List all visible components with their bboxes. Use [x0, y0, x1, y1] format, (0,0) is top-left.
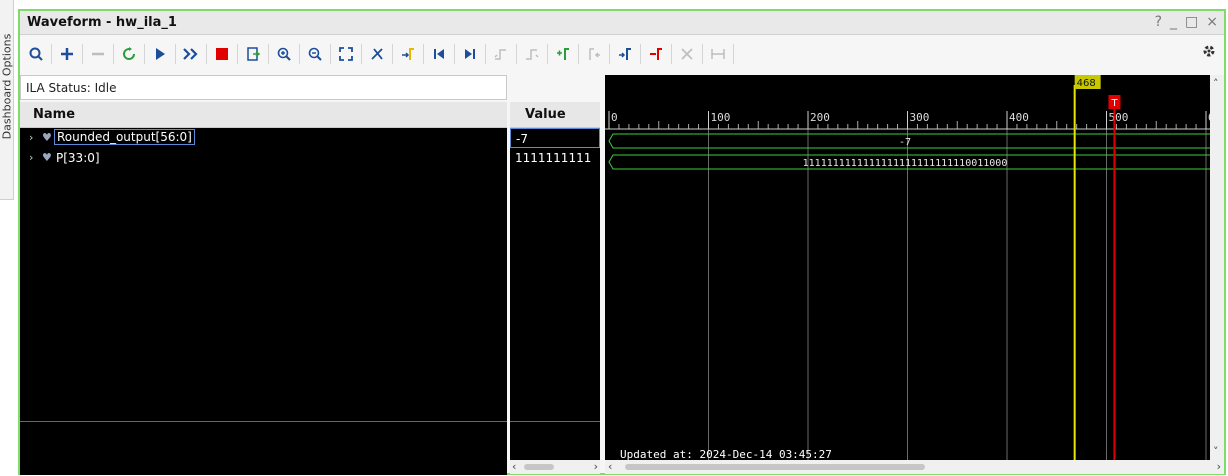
- title-bar: Waveform - hw_ila_1 ? _ □ ×: [20, 11, 1224, 35]
- help-button[interactable]: ?: [1155, 14, 1162, 30]
- toolbar-separator: [299, 44, 300, 64]
- toolbar-separator: [702, 44, 703, 64]
- scroll-up-icon[interactable]: ˄: [1213, 77, 1219, 90]
- tick-label: 300: [910, 111, 930, 124]
- cut-icon[interactable]: [365, 42, 389, 66]
- bus-icon: ♥: [42, 131, 52, 144]
- add-icon[interactable]: [55, 42, 79, 66]
- prev-marker-icon[interactable]: [582, 42, 606, 66]
- bus-icon: ♥: [42, 151, 52, 164]
- scroll-thumb[interactable]: [625, 464, 925, 470]
- panel-divider: [20, 421, 507, 422]
- chevron-right-icon[interactable]: ›: [29, 131, 33, 144]
- toolbar-separator: [268, 44, 269, 64]
- next-marker-icon[interactable]: [613, 42, 637, 66]
- close-button[interactable]: ×: [1206, 14, 1218, 30]
- scroll-left-icon[interactable]: ‹: [608, 460, 612, 473]
- scroll-thumb[interactable]: [524, 464, 554, 470]
- toolbar-separator: [609, 44, 610, 64]
- signal-value[interactable]: 1111111111: [510, 148, 600, 168]
- toolbar-separator: [423, 44, 424, 64]
- toolbar-separator: [392, 44, 393, 64]
- red-trigger-label: T: [1110, 98, 1118, 109]
- name-column-header[interactable]: Name: [20, 102, 507, 128]
- zoom-fit-icon[interactable]: [334, 42, 358, 66]
- toolbar-separator: [578, 44, 579, 64]
- toolbar-separator: [113, 44, 114, 64]
- toolbar-separator: [361, 44, 362, 64]
- toolbar-separator: [671, 44, 672, 64]
- signal-name-panel: Name › ♥ Rounded_output[56:0] › ♥ P[33:0…: [20, 102, 507, 475]
- toolbar-separator: [516, 44, 517, 64]
- export-icon[interactable]: [241, 42, 265, 66]
- search-icon[interactable]: [24, 42, 48, 66]
- run-icon[interactable]: [148, 42, 172, 66]
- waveform-toolbar: [20, 36, 1224, 72]
- waveform-horizontal-scrollbar[interactable]: ‹ ›: [605, 460, 1224, 474]
- signal-value[interactable]: -7: [510, 128, 600, 148]
- waveform-panel[interactable]: 01002003004005006-7111111111111111111111…: [605, 75, 1210, 460]
- signal-row-p[interactable]: › ♥ P[33:0]: [20, 148, 507, 168]
- add-cursor-icon[interactable]: [551, 42, 575, 66]
- window-controls: ? _ □ ×: [1155, 14, 1218, 30]
- toolbar-separator: [547, 44, 548, 64]
- tick-label: 500: [1109, 111, 1129, 124]
- chevron-right-icon[interactable]: ›: [29, 151, 33, 164]
- go-start-icon[interactable]: [427, 42, 451, 66]
- remove-icon[interactable]: [86, 42, 110, 66]
- waveform-canvas[interactable]: 01002003004005006-7111111111111111111111…: [605, 75, 1210, 460]
- stop-icon[interactable]: [210, 42, 234, 66]
- toolbar-separator: [82, 44, 83, 64]
- dashboard-options-tab[interactable]: Dashboard Options: [0, 0, 14, 200]
- toolbar-separator: [733, 44, 734, 64]
- toolbar-separator: [640, 44, 641, 64]
- signal-row-rounded-output[interactable]: › ♥ Rounded_output[56:0]: [20, 128, 507, 148]
- waveform-vertical-scrollbar[interactable]: ˄ ˅: [1210, 75, 1224, 460]
- toolbar-separator: [330, 44, 331, 64]
- scroll-left-icon[interactable]: ‹: [512, 460, 516, 473]
- toolbar-separator: [237, 44, 238, 64]
- window-title: Waveform - hw_ila_1: [27, 15, 177, 30]
- signal-value-panel: Value -7 1111111111: [510, 102, 600, 460]
- zoom-out-icon[interactable]: [303, 42, 327, 66]
- run-fast-icon[interactable]: [179, 42, 203, 66]
- delete-marker-icon[interactable]: [675, 42, 699, 66]
- tick-label: 100: [711, 111, 731, 124]
- updated-timestamp: Updated at: 2024-Dec-14 03:45:27: [620, 448, 832, 461]
- dashboard-options-label: Dashboard Options: [0, 33, 14, 140]
- scroll-down-icon[interactable]: ˅: [1213, 445, 1219, 458]
- value-column-header[interactable]: Value: [510, 102, 600, 128]
- yellow-cursor-label: 468: [1077, 78, 1096, 89]
- swap-icon[interactable]: [644, 42, 668, 66]
- signal-name: P[33:0]: [56, 151, 100, 165]
- minimize-button[interactable]: _: [1170, 14, 1177, 30]
- bus-value-label: -7: [899, 137, 911, 148]
- signal-name: Rounded_output[56:0]: [54, 129, 195, 145]
- next-edge-icon[interactable]: [520, 42, 544, 66]
- refresh-icon[interactable]: [117, 42, 141, 66]
- waveform-window: Waveform - hw_ila_1 ? _ □ × ILA Status: …: [18, 9, 1226, 475]
- toolbar-separator: [454, 44, 455, 64]
- go-end-icon[interactable]: [458, 42, 482, 66]
- bus-value-label: 1111111111111111111111111110011000: [803, 158, 1008, 169]
- toolbar-separator: [485, 44, 486, 64]
- prev-edge-icon[interactable]: [489, 42, 513, 66]
- toolbar-separator: [175, 44, 176, 64]
- tick-label: 0: [611, 111, 618, 124]
- scroll-right-icon[interactable]: ›: [1217, 460, 1221, 473]
- ila-status: ILA Status: Idle: [20, 75, 507, 100]
- panel-divider: [510, 421, 600, 422]
- tick-label: 200: [810, 111, 830, 124]
- add-marker-icon[interactable]: [396, 42, 420, 66]
- scroll-right-icon[interactable]: ›: [594, 460, 598, 473]
- tick-label: 400: [1009, 111, 1029, 124]
- maximize-button[interactable]: □: [1185, 14, 1198, 30]
- zoom-in-icon[interactable]: [272, 42, 296, 66]
- gear-icon[interactable]: [1202, 44, 1216, 62]
- toolbar-separator: [144, 44, 145, 64]
- toolbar-separator: [51, 44, 52, 64]
- value-horizontal-scrollbar[interactable]: ‹ ›: [510, 460, 600, 474]
- toolbar-separator: [206, 44, 207, 64]
- fit-marker-icon[interactable]: [706, 42, 730, 66]
